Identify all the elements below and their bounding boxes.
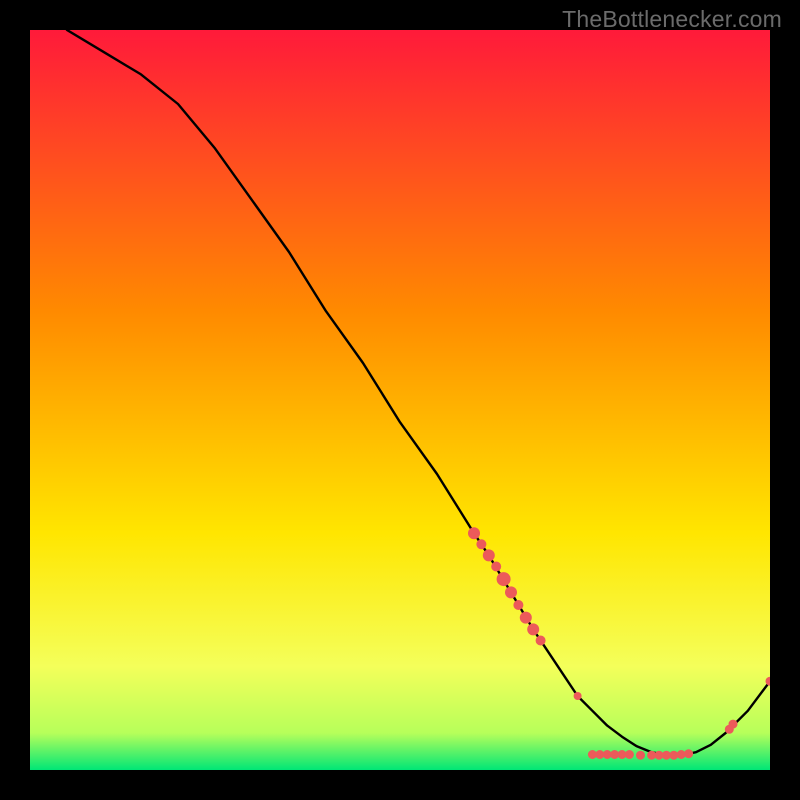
curve-marker [729, 720, 738, 729]
curve-marker [636, 751, 645, 760]
curve-marker [513, 600, 523, 610]
chart-stage: TheBottlenecker.com [0, 0, 800, 800]
curve-marker [497, 572, 511, 586]
curve-marker [483, 549, 495, 561]
curve-marker [625, 750, 634, 759]
gradient-background [30, 30, 770, 770]
curve-marker [536, 636, 546, 646]
watermark-text: TheBottlenecker.com [562, 6, 782, 33]
curve-marker [520, 612, 532, 624]
curve-marker [527, 623, 539, 635]
curve-marker [574, 692, 582, 700]
bottleneck-chart [30, 30, 770, 770]
curve-marker [468, 527, 480, 539]
curve-marker [476, 539, 486, 549]
curve-marker [684, 749, 693, 758]
curve-marker [505, 586, 517, 598]
curve-marker [491, 562, 501, 572]
